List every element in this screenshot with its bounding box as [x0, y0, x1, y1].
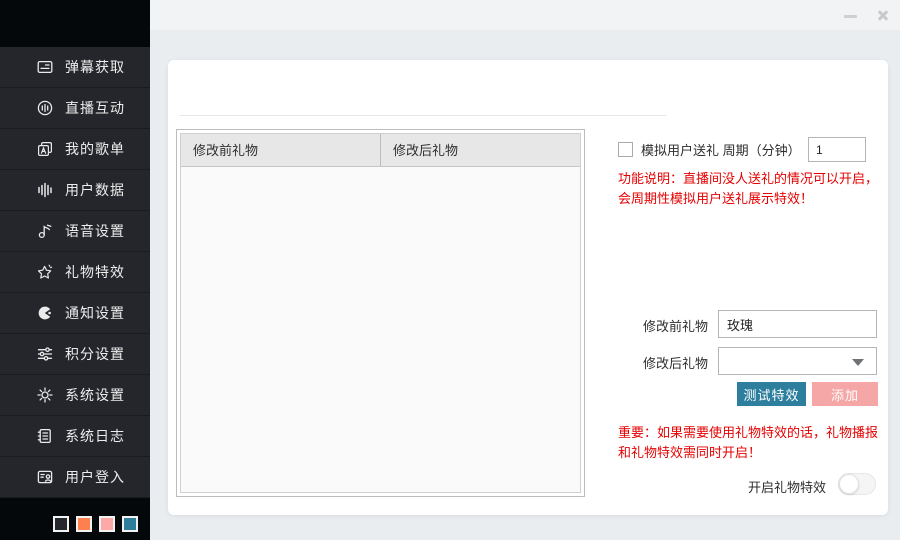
sidebar-item-label: 系统日志 — [65, 426, 125, 446]
sidebar-item-label: 用户数据 — [65, 180, 125, 200]
title-divider — [180, 115, 666, 116]
sidebar-item-user-login[interactable]: 用户登入 — [0, 457, 150, 498]
theme-swatch-teal[interactable] — [122, 516, 138, 532]
close-icon[interactable] — [876, 0, 890, 30]
sidebar-item-system-settings[interactable]: 系统设置 — [0, 375, 150, 416]
sidebar-item-user-data[interactable]: 用户数据 — [0, 170, 150, 211]
toggle-knob — [839, 474, 859, 494]
user-data-icon — [36, 181, 54, 199]
theme-swatch-dark[interactable] — [53, 516, 69, 532]
table-body-empty[interactable] — [181, 167, 580, 492]
sidebar-item-notification-settings[interactable]: 通知设置 — [0, 293, 150, 334]
function-note-line1: 功能说明：直播间没人送礼的情况可以开启， — [618, 169, 880, 189]
gift-effects-icon — [36, 263, 54, 281]
sidebar-item-label: 直播互动 — [65, 98, 125, 118]
sidebar-item-label: 礼物特效 — [65, 262, 125, 282]
theme-swatches — [53, 516, 138, 532]
sidebar-item-danmaku[interactable]: 弹幕获取 — [0, 47, 150, 88]
sidebar-nav: 弹幕获取 直播互动 我的歌单 — [0, 47, 150, 498]
window-titlebar — [150, 0, 900, 30]
danmaku-icon — [36, 58, 54, 76]
sidebar-item-label: 通知设置 — [65, 303, 125, 323]
sidebar-item-label: 积分设置 — [65, 344, 125, 364]
before-gift-label: 修改前礼物 — [643, 316, 708, 335]
table-header-before: 修改前礼物 — [181, 134, 380, 166]
enable-gift-effect-toggle[interactable] — [838, 473, 876, 495]
sidebar-footer — [0, 498, 150, 540]
minimize-icon[interactable] — [844, 0, 858, 30]
voice-settings-icon — [36, 222, 54, 240]
gift-replace-table: 修改前礼物 修改后礼物 — [176, 129, 585, 497]
sidebar-item-label: 语音设置 — [65, 221, 125, 241]
sidebar-item-voice-settings[interactable]: 语音设置 — [0, 211, 150, 252]
simulate-gift-checkbox[interactable] — [618, 142, 633, 157]
important-note-line2: 和礼物特效需同时开启！ — [618, 443, 880, 463]
sidebar-item-points-settings[interactable]: 积分设置 — [0, 334, 150, 375]
period-minutes-input[interactable] — [808, 137, 866, 162]
user-login-icon — [36, 468, 54, 486]
sidebar-item-label: 弹幕获取 — [65, 57, 125, 77]
live-interaction-icon — [36, 99, 54, 117]
points-settings-icon — [36, 345, 54, 363]
notification-settings-icon — [36, 304, 54, 322]
after-gift-select[interactable] — [718, 347, 877, 375]
gift-effect-panel: 礼物特效替换 修改前礼物 修改后礼物 模拟用户送礼 周期（分钟） 功能说明：直播… — [168, 60, 888, 515]
chevron-down-icon — [852, 359, 864, 366]
playlist-icon — [36, 140, 54, 158]
sidebar-item-gift-effects[interactable]: 礼物特效 — [0, 252, 150, 293]
test-effect-button[interactable]: 测试特效 — [737, 382, 806, 406]
sidebar-item-system-log[interactable]: 系统日志 — [0, 416, 150, 457]
important-note: 重要：如果需要使用礼物特效的话，礼物播报 和礼物特效需同时开启！ — [618, 423, 880, 463]
window-controls — [844, 0, 890, 30]
sidebar-item-playlist[interactable]: 我的歌单 — [0, 129, 150, 170]
function-note: 功能说明：直播间没人送礼的情况可以开启， 会周期性模拟用户送礼展示特效！ — [618, 169, 880, 209]
add-button[interactable]: 添加 — [812, 382, 878, 406]
sidebar-item-label: 系统设置 — [65, 385, 125, 405]
gift-replace-table-inner: 修改前礼物 修改后礼物 — [180, 133, 581, 493]
sidebar-item-live-interaction[interactable]: 直播互动 — [0, 88, 150, 129]
table-header-row: 修改前礼物 修改后礼物 — [181, 134, 580, 167]
after-gift-label: 修改后礼物 — [643, 353, 708, 372]
logo-area — [0, 0, 150, 47]
sidebar-item-label: 用户登入 — [65, 467, 125, 487]
important-note-line1: 重要：如果需要使用礼物特效的话，礼物播报 — [618, 423, 880, 443]
theme-swatch-pink[interactable] — [99, 516, 115, 532]
simulate-gift-row: 模拟用户送礼 周期（分钟） — [618, 137, 801, 162]
sidebar-item-label: 我的歌单 — [65, 139, 125, 159]
before-gift-input[interactable] — [718, 310, 877, 338]
enable-gift-effect-label: 开启礼物特效 — [748, 477, 826, 496]
theme-swatch-orange[interactable] — [76, 516, 92, 532]
simulate-gift-label: 模拟用户送礼 周期（分钟） — [641, 140, 801, 159]
function-note-line2: 会周期性模拟用户送礼展示特效！ — [618, 189, 880, 209]
system-log-icon — [36, 427, 54, 445]
sidebar: 弹幕获取 直播互动 我的歌单 — [0, 0, 150, 540]
main-area: 礼物特效替换 修改前礼物 修改后礼物 模拟用户送礼 周期（分钟） 功能说明：直播… — [150, 0, 900, 540]
table-header-after: 修改后礼物 — [380, 134, 580, 166]
system-settings-icon — [36, 386, 54, 404]
